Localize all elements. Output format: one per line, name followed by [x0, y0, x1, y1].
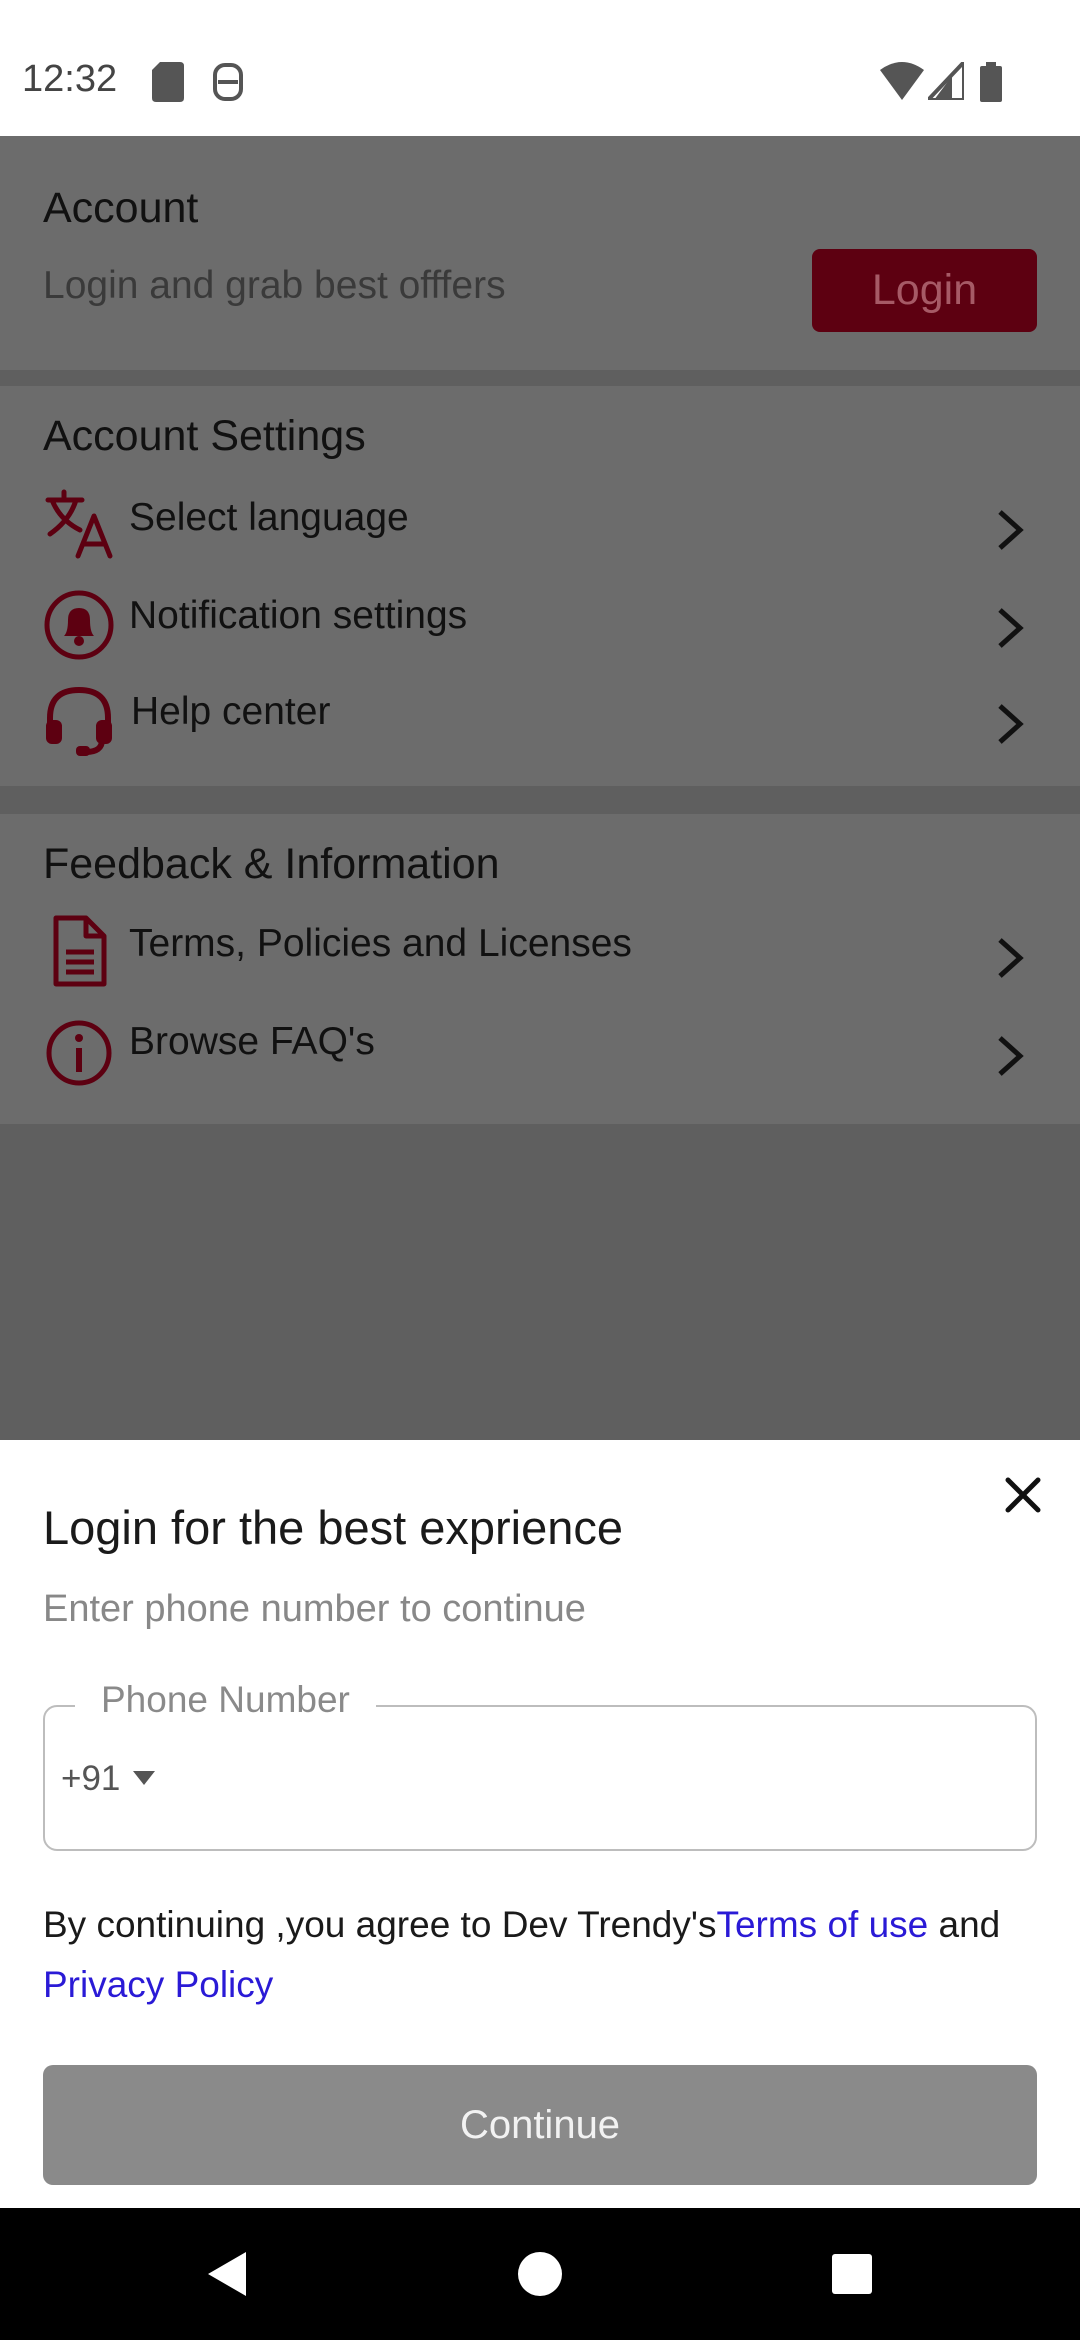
recents-icon[interactable] [826, 2248, 878, 2300]
sd-card-icon [152, 62, 184, 102]
wifi-icon [880, 62, 924, 100]
settings-item-select-language[interactable]: Select language [0, 486, 1080, 576]
navigation-bar [0, 2208, 1080, 2340]
terms-prefix: By continuing ,you agree to Dev Trendy's [43, 1904, 717, 1945]
caret-down-icon[interactable] [133, 1771, 155, 1785]
login-button[interactable]: Login [812, 249, 1037, 332]
account-subtitle: Login and grab best offfers [43, 264, 506, 307]
back-icon[interactable] [202, 2248, 254, 2300]
account-settings-card: Account Settings Select language Notific… [0, 386, 1080, 786]
terms-and: and [928, 1904, 1001, 1945]
chevron-right-icon [998, 1036, 1024, 1076]
account-card: Account Login and grab best offfers Logi… [0, 136, 1080, 370]
terms-text: By continuing ,you agree to Dev Trendy's… [43, 1895, 1080, 2015]
chevron-right-icon [998, 938, 1024, 978]
phone-number-field[interactable]: Phone Number +91 [43, 1679, 1037, 1851]
info-icon [46, 1020, 112, 1086]
profile-page: Account Login and grab best offfers Logi… [0, 136, 1080, 1440]
document-icon [53, 915, 107, 987]
status-bar: 12:32 [0, 0, 1080, 136]
translate-icon [45, 489, 113, 559]
chevron-right-icon [998, 510, 1024, 550]
feedback-item-terms[interactable]: Terms, Policies and Licenses [0, 914, 1080, 1004]
feedback-item-label: Terms, Policies and Licenses [129, 922, 632, 965]
country-code-selector[interactable]: +91 [61, 1759, 120, 1799]
feedback-item-label: Browse FAQ's [129, 1020, 375, 1063]
phone-field-label: Phone Number [75, 1679, 376, 1721]
bell-icon [44, 590, 114, 660]
feedback-title: Feedback & Information [43, 840, 500, 888]
privacy-policy-link[interactable]: Privacy Policy [43, 1964, 273, 2005]
feedback-item-faq[interactable]: Browse FAQ's [0, 1012, 1080, 1102]
settings-item-help-center[interactable]: Help center [0, 682, 1080, 772]
sheet-subtitle: Enter phone number to continue [43, 1588, 586, 1630]
close-icon[interactable] [998, 1470, 1048, 1520]
account-settings-title: Account Settings [43, 412, 366, 460]
settings-item-label: Select language [129, 496, 409, 539]
cellular-signal-icon [928, 62, 964, 100]
chevron-right-icon [998, 704, 1024, 744]
battery-icon [980, 62, 1002, 102]
settings-item-label: Notification settings [129, 594, 468, 637]
settings-item-label: Help center [131, 690, 331, 733]
account-title: Account [43, 184, 199, 232]
feedback-card: Feedback & Information Terms, Policies a… [0, 814, 1080, 1124]
chevron-right-icon [998, 608, 1024, 648]
terms-of-use-link[interactable]: Terms of use [716, 1904, 928, 1945]
sheet-title: Login for the best exprience [43, 1501, 624, 1554]
settings-item-notification[interactable]: Notification settings [0, 584, 1080, 674]
headset-icon [46, 686, 112, 756]
status-time: 12:32 [22, 58, 118, 100]
login-bottom-sheet: Login for the best exprience Enter phone… [0, 1440, 1080, 2208]
notification-app-icon [213, 63, 243, 101]
continue-button[interactable]: Continue [43, 2065, 1037, 2185]
home-icon[interactable] [514, 2248, 566, 2300]
